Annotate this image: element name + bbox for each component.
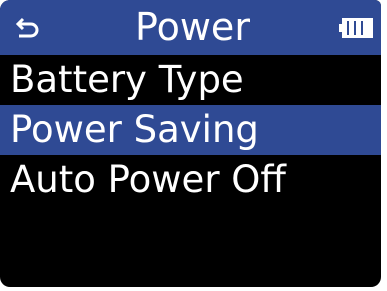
menu-list: Battery Type Power Saving Auto Power Off [0, 55, 381, 205]
device-screen: Power Battery Type Power Saving Auto Pow… [0, 0, 381, 287]
battery-icon [339, 18, 373, 38]
menu-item-auto-power-off[interactable]: Auto Power Off [0, 155, 381, 205]
page-title: Power [135, 5, 250, 49]
menu-item-battery-type[interactable]: Battery Type [0, 55, 381, 105]
menu-item-power-saving[interactable]: Power Saving [0, 105, 381, 155]
title-bar: Power [0, 0, 381, 55]
